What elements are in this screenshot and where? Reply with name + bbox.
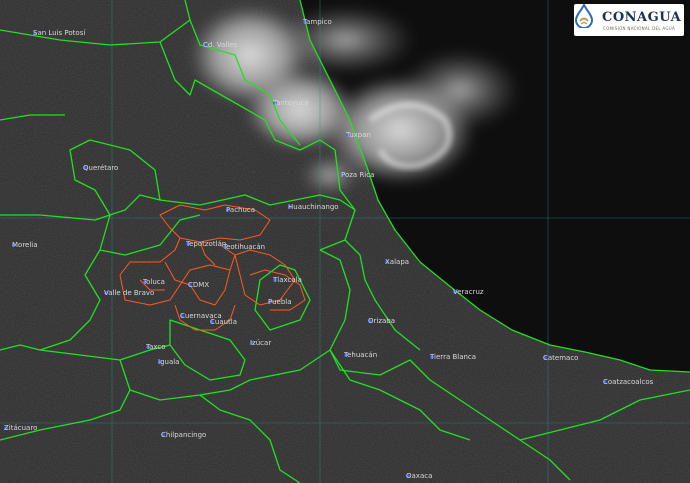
city-label: Cuautla	[210, 318, 237, 326]
city-label: Tierra Blanca	[429, 353, 476, 361]
city-label: Zitácuaro	[4, 424, 37, 432]
city-label: Chilpancingo	[161, 431, 206, 439]
satellite-map-svg: San Luis Potosí Cd. Valles Tampico Tanto…	[0, 0, 690, 483]
logo-subtitle: COMISIÓN NACIONAL DEL AGUA	[603, 26, 676, 31]
city-label: Puebla	[268, 298, 292, 306]
city-label: San Luis Potosí	[33, 29, 86, 37]
logo-name: CONAGUA	[602, 10, 682, 25]
satellite-map: San Luis Potosí Cd. Valles Tampico Tanto…	[0, 0, 690, 483]
city-label: Tlaxcala	[272, 276, 302, 284]
city-label: CDMX	[188, 281, 209, 289]
city-label: Oaxaca	[406, 472, 432, 480]
city-label: Coatzacoalcos	[603, 378, 654, 386]
city-label: Izúcar	[250, 339, 271, 347]
city-label: Huauchinango	[288, 203, 339, 211]
city-label: Querétaro	[83, 164, 118, 172]
city-label: Tampico	[302, 18, 332, 26]
city-label: Toluca	[142, 278, 165, 286]
city-label: Veracruz	[453, 288, 484, 296]
water-drop-icon	[574, 4, 594, 28]
city-label: Tepotzotlán	[185, 240, 226, 248]
city-label: Tehuacán	[343, 351, 377, 359]
city-label: Poza Rica	[341, 171, 374, 179]
city-label: Pachuca	[226, 206, 255, 214]
city-label: Tuxpan	[345, 131, 371, 139]
city-label: Morelia	[12, 241, 38, 249]
city-label: Xalapa	[385, 258, 409, 266]
city-label: Teotihuacán	[222, 243, 265, 251]
city-label: Cd. Valles	[203, 41, 238, 49]
city-label: Orizaba	[368, 317, 395, 325]
city-label: Valle de Bravo	[104, 289, 154, 297]
city-label: Tantoyuca	[272, 99, 309, 107]
city-label: Taxco	[145, 343, 166, 351]
conagua-logo: CONAGUA COMISIÓN NACIONAL DEL AGUA	[574, 4, 684, 36]
city-label: Catemaco	[543, 354, 578, 362]
city-label: Iguala	[158, 358, 179, 366]
